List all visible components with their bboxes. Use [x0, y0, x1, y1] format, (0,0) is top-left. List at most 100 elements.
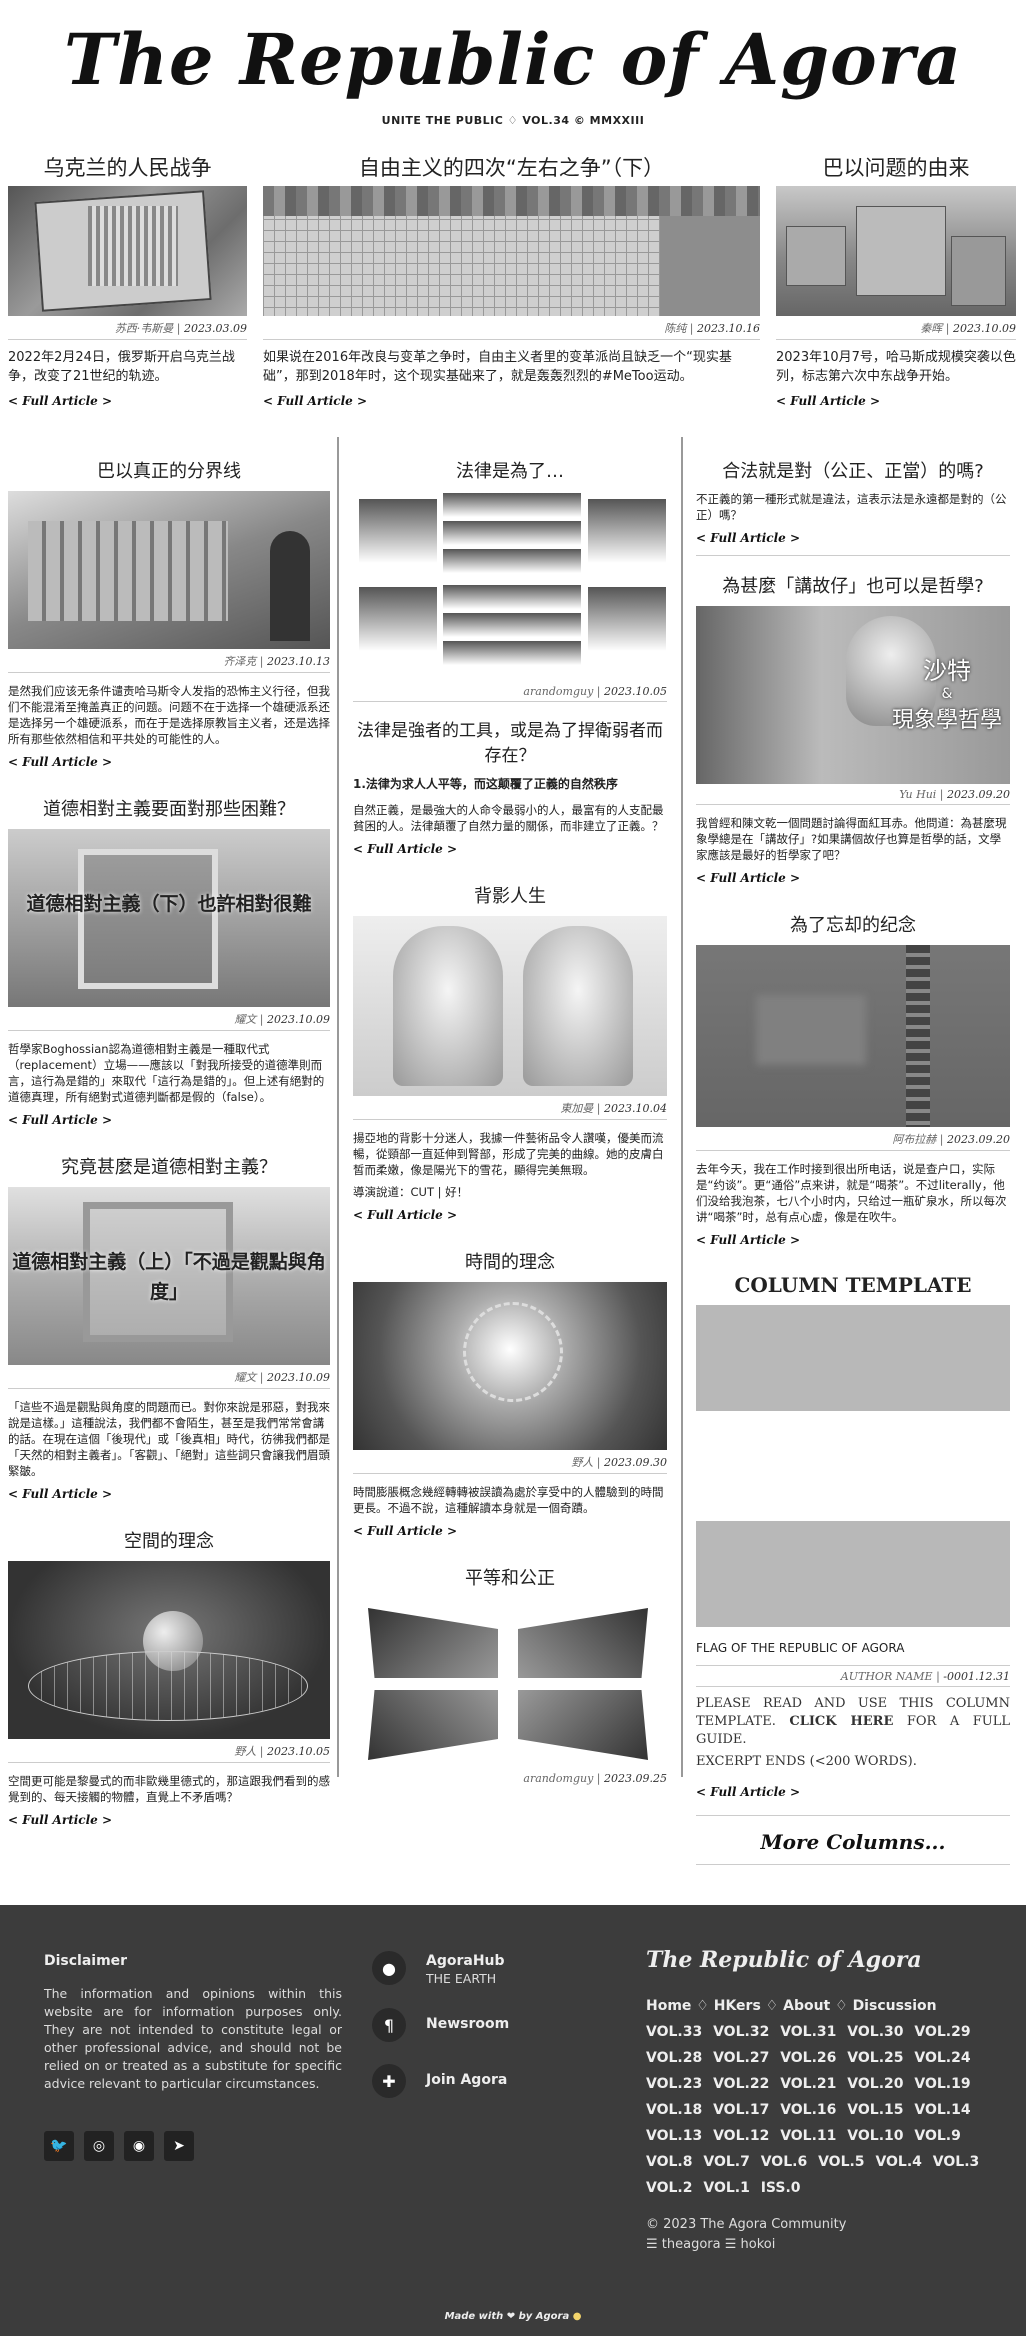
nav-about[interactable]: About	[783, 1998, 830, 2014]
volume-link[interactable]: VOL.23	[646, 2076, 702, 2092]
volume-link[interactable]: VOL.28	[646, 2050, 702, 2066]
article-subtitle[interactable]: 法律是強者的工具，或是為了捍衛弱者而存在？	[353, 716, 667, 766]
article-meta: 秦晖 | 2023.10.09	[776, 320, 1016, 340]
copyright: © 2023 The Agora Community ☰ theagora ☰ …	[646, 2215, 1006, 2255]
volume-link[interactable]: VOL.33	[646, 2024, 702, 2040]
volume-link[interactable]: VOL.26	[780, 2050, 836, 2066]
article-title[interactable]: 時間的理念	[353, 1248, 667, 1274]
masthead: The Republic of Agora UNITE THE PUBLIC ♢…	[0, 0, 1026, 150]
article-title[interactable]: 法律是為了…	[353, 457, 667, 483]
volume-link[interactable]: VOL.4	[875, 2154, 921, 2170]
full-article-link[interactable]: < Full Article >	[696, 1233, 1010, 1247]
click-here-link[interactable]: CLICK HERE	[789, 1714, 893, 1729]
article-meta: 齐泽克 | 2023.10.13	[8, 653, 330, 673]
template-title[interactable]: COLUMN TEMPLATE	[696, 1273, 1010, 1297]
telegram-icon[interactable]: ➤	[164, 2131, 194, 2161]
volume-link[interactable]: VOL.19	[914, 2076, 970, 2092]
article-image[interactable]	[353, 1282, 667, 1450]
volume-link[interactable]: VOL.1	[703, 2180, 749, 2196]
volume-link[interactable]: VOL.31	[780, 2024, 836, 2040]
full-article-link[interactable]: < Full Article >	[8, 755, 330, 769]
volume-link[interactable]: VOL.14	[914, 2102, 970, 2118]
volume-link[interactable]: VOL.3	[933, 2154, 979, 2170]
volume-link[interactable]: VOL.16	[780, 2102, 836, 2118]
article-image[interactable]	[353, 1598, 667, 1768]
volume-link[interactable]: VOL.18	[646, 2102, 702, 2118]
full-article-link[interactable]: < Full Article >	[263, 394, 760, 408]
nav-hkers[interactable]: HKers	[714, 1998, 761, 2014]
article-image[interactable]	[8, 1561, 330, 1739]
article-image[interactable]: 沙特 & 現象學哲學	[696, 606, 1010, 784]
volume-link[interactable]: VOL.30	[847, 2024, 903, 2040]
full-article-link[interactable]: < Full Article >	[8, 1487, 330, 1501]
volume-link[interactable]: VOL.5	[818, 2154, 864, 2170]
full-article-link[interactable]: < Full Article >	[8, 1113, 330, 1127]
article-image[interactable]	[8, 186, 247, 316]
full-article-link[interactable]: < Full Article >	[776, 394, 1016, 408]
volume-link[interactable]: VOL.9	[914, 2128, 960, 2144]
article-title[interactable]: 為甚麼「講故仔」也可以是哲學?	[696, 572, 1010, 598]
article-title[interactable]: 巴以真正的分界线	[8, 457, 330, 483]
article-title[interactable]: 背影人生	[353, 882, 667, 908]
full-article-link[interactable]: < Full Article >	[696, 1785, 1010, 1799]
reddit-icon[interactable]: ◉	[124, 2131, 154, 2161]
volume-link[interactable]: VOL.25	[847, 2050, 903, 2066]
volume-link[interactable]: VOL.27	[713, 2050, 769, 2066]
contact-newsroom[interactable]: ¶ Newsroom	[372, 2008, 509, 2042]
full-article-link[interactable]: < Full Article >	[353, 842, 667, 856]
article-title[interactable]: 究竟甚麼是道德相對主義？	[8, 1153, 330, 1179]
volume-link[interactable]: VOL.12	[713, 2128, 769, 2144]
article-image[interactable]: 道德相對主義（下）也許相對很難	[8, 829, 330, 1007]
article-title[interactable]: 自由主义的四次“左右之争”（下）	[263, 150, 760, 186]
nav-discussion[interactable]: Discussion	[853, 1998, 937, 2014]
top-articles: 乌克兰的人民战争 苏西·韦斯曼 | 2023.03.09 2022年2月24日，…	[0, 150, 1026, 435]
full-article-link[interactable]: < Full Article >	[8, 1813, 330, 1827]
nav-home[interactable]: Home	[646, 1998, 691, 2014]
article-image[interactable]	[696, 945, 1010, 1127]
article-image[interactable]	[353, 916, 667, 1096]
volume-link[interactable]: VOL.13	[646, 2128, 702, 2144]
footer: Disclaimer The information and opinions …	[0, 1905, 1026, 2336]
volume-link[interactable]: VOL.6	[761, 2154, 807, 2170]
volume-link[interactable]: ISS.0	[761, 2180, 801, 2196]
volume-link[interactable]: VOL.32	[713, 2024, 769, 2040]
article-image[interactable]: 道德相對主義（上）「不過是觀點與角度」	[8, 1187, 330, 1365]
volume-link[interactable]: VOL.2	[646, 2180, 692, 2196]
article-title[interactable]: 空間的理念	[8, 1527, 330, 1553]
volume-link[interactable]: VOL.20	[847, 2076, 903, 2092]
site-title[interactable]: The Republic of Agora	[0, 10, 1026, 110]
article-title[interactable]: 巴以问题的由来	[776, 150, 1016, 186]
volume-link[interactable]: VOL.15	[847, 2102, 903, 2118]
footer-brand[interactable]: The Republic of Agora	[646, 1947, 1006, 1973]
article-title[interactable]: 平等和公正	[353, 1564, 667, 1590]
article-title[interactable]: 合法就是對（公正、正當）的嗎?	[696, 457, 1010, 483]
full-article-link[interactable]: < Full Article >	[353, 1524, 667, 1538]
article-image[interactable]	[776, 186, 1016, 316]
volume-link[interactable]: VOL.29	[914, 2024, 970, 2040]
volume-link[interactable]: VOL.11	[780, 2128, 836, 2144]
more-columns-link[interactable]: More Columns...	[696, 1815, 1010, 1865]
article-image[interactable]	[8, 491, 330, 649]
volume-link[interactable]: VOL.7	[703, 2154, 749, 2170]
full-article-link[interactable]: < Full Article >	[696, 871, 1010, 885]
contact-join[interactable]: ✚ Join Agora	[372, 2064, 509, 2098]
footer-links[interactable]: ☰ theagora ☰ hokoi	[646, 2235, 1006, 2255]
article-title[interactable]: 為了忘却的纪念	[696, 911, 1010, 937]
full-article-link[interactable]: < Full Article >	[696, 531, 1010, 545]
article-title[interactable]: 乌克兰的人民战争	[8, 150, 247, 186]
full-article-link[interactable]: < Full Article >	[353, 1208, 667, 1222]
article-title[interactable]: 道德相對主義要面對那些困難？	[8, 795, 330, 821]
article-image[interactable]	[263, 186, 760, 316]
full-article-link[interactable]: < Full Article >	[8, 394, 247, 408]
contact-agorahub[interactable]: ● AgoraHub THE EARTH	[372, 1951, 509, 1986]
article-meta: arandomguy | 2023.09.25	[523, 1772, 667, 1785]
volume-link[interactable]: VOL.10	[847, 2128, 903, 2144]
volume-link[interactable]: VOL.8	[646, 2154, 692, 2170]
article-image[interactable]	[353, 491, 667, 681]
volume-link[interactable]: VOL.21	[780, 2076, 836, 2092]
twitter-icon[interactable]: 🐦	[44, 2131, 74, 2161]
volume-link[interactable]: VOL.17	[713, 2102, 769, 2118]
volume-link[interactable]: VOL.22	[713, 2076, 769, 2092]
github-icon[interactable]: ◎	[84, 2131, 114, 2161]
volume-link[interactable]: VOL.24	[914, 2050, 970, 2066]
